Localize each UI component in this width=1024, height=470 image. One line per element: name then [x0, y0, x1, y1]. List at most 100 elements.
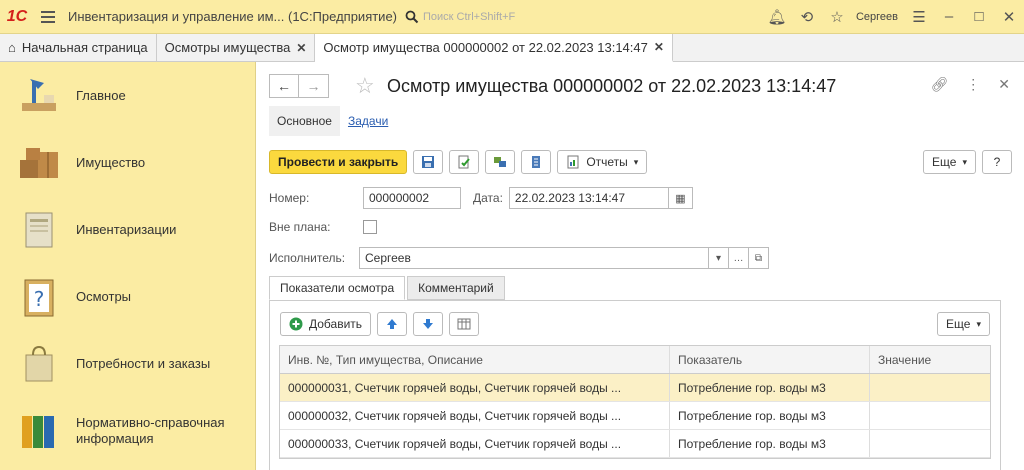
back-button[interactable]: ←: [269, 74, 299, 98]
search-placeholder: Поиск Ctrl+Shift+F: [423, 10, 516, 23]
post-and-close-button[interactable]: Провести и закрыть: [269, 150, 408, 174]
table-cell[interactable]: [870, 374, 990, 401]
sidebar-item-label: Осмотры: [76, 288, 132, 304]
close-tab-icon[interactable]: ✕: [296, 41, 306, 55]
tab-label: Осмотр имущества 000000002 от 22.02.2023…: [323, 39, 648, 55]
sidebar-item-label: Имущество: [76, 154, 146, 170]
executor-field[interactable]: Сергеев: [359, 247, 709, 269]
history-icon[interactable]: ⟲: [792, 8, 822, 26]
add-row-button[interactable]: Добавить: [280, 312, 372, 336]
fill-table-button[interactable]: [449, 312, 480, 336]
table-cell[interactable]: Потребление гор. воды м3: [670, 374, 870, 401]
tab-inspection-document[interactable]: Осмотр имущества 000000002 от 22.02.2023…: [315, 34, 673, 62]
table-fill-icon: [457, 318, 471, 330]
table-cell[interactable]: 000000031, Счетчик горячей воды, Счетчик…: [280, 374, 670, 401]
sidebar: Главное Имущество Инвентаризации ? Осмот…: [0, 62, 256, 470]
post-button[interactable]: [449, 150, 480, 174]
number-field[interactable]: 000000002: [363, 187, 461, 209]
sidebar-item-inventories[interactable]: Инвентаризации: [0, 196, 255, 263]
table-more-label: Еще: [946, 317, 971, 331]
sidebar-item-main[interactable]: Главное: [0, 62, 255, 129]
column-header[interactable]: Показатель: [670, 346, 870, 373]
document-list-button[interactable]: [521, 150, 552, 174]
table-row[interactable]: 000000031, Счетчик горячей воды, Счетчик…: [280, 374, 990, 402]
tab-indicators[interactable]: Показатели осмотра: [269, 276, 406, 300]
reports-button[interactable]: Отчеты ▾: [557, 150, 648, 174]
close-form-icon[interactable]: ✕: [998, 76, 1010, 93]
movements-icon: [494, 157, 507, 167]
close-tab-icon[interactable]: ✕: [654, 40, 664, 54]
move-down-button[interactable]: [413, 312, 444, 336]
svg-text:?: ?: [34, 287, 45, 311]
tab-home[interactable]: ⌂ Начальная страница: [0, 34, 157, 61]
column-header[interactable]: Значение: [870, 346, 990, 373]
table-more-button[interactable]: Еще ▾: [937, 312, 990, 336]
favorites-star-icon[interactable]: ☆: [822, 8, 852, 26]
app-title: Инвентаризация и управление им... (1С:Пр…: [68, 9, 398, 24]
chevron-down-icon: ▾: [633, 156, 639, 167]
sidebar-item-property[interactable]: Имущество: [0, 129, 255, 196]
arrow-down-icon: [423, 319, 434, 329]
move-up-button[interactable]: [377, 312, 408, 336]
table-row[interactable]: 000000033, Счетчик горячей воды, Счетчик…: [280, 430, 990, 458]
search-icon: [405, 10, 419, 23]
more-button[interactable]: Еще ▾: [923, 150, 976, 174]
boxes-icon: [20, 147, 58, 178]
sidebar-item-reference-info[interactable]: Нормативно-справочная информация: [0, 397, 255, 464]
settings-menu-icon[interactable]: ☰: [904, 8, 934, 26]
menu-icon[interactable]: [34, 10, 62, 23]
subtab-tasks[interactable]: Задачи: [340, 106, 396, 136]
table-cell[interactable]: 000000033, Счетчик горячей воды, Счетчик…: [280, 430, 670, 457]
indicators-table: Инв. №, Тип имущества, Описание Показате…: [279, 345, 991, 459]
tab-inspections[interactable]: Осмотры имущества ✕: [157, 34, 316, 61]
number-label: Номер:: [269, 191, 310, 205]
clipboard-question-icon: ?: [24, 279, 54, 316]
link-icon[interactable]: 🔗︎: [930, 76, 948, 93]
save-button[interactable]: [413, 150, 444, 174]
dropdown-arrow-icon[interactable]: ▾: [709, 247, 729, 269]
plus-circle-icon: [289, 317, 303, 331]
page-title: Осмотр имущества 000000002 от 22.02.2023…: [387, 76, 837, 96]
subtab-main[interactable]: Основное: [269, 106, 340, 136]
app-logo: 1С: [6, 7, 28, 25]
help-button[interactable]: ?: [982, 150, 1012, 174]
forward-button[interactable]: →: [299, 74, 329, 98]
minimize-icon[interactable]: –: [934, 8, 964, 25]
table-cell[interactable]: Потребление гор. воды м3: [670, 430, 870, 457]
tab-label: Осмотры имущества: [164, 40, 291, 55]
user-name[interactable]: Сергеев: [856, 11, 898, 23]
table-cell[interactable]: 000000032, Счетчик горячей воды, Счетчик…: [280, 402, 670, 429]
table-row[interactable]: 000000032, Счетчик горячей воды, Счетчик…: [280, 402, 990, 430]
sidebar-item-inspections[interactable]: ? Осмотры: [0, 263, 255, 330]
sidebar-item-needs-orders[interactable]: Потребности и заказы: [0, 330, 255, 397]
favorite-star-icon[interactable]: ☆: [355, 73, 375, 99]
sidebar-item-label: Главное: [76, 87, 126, 103]
close-icon[interactable]: ✕: [994, 8, 1024, 26]
column-header[interactable]: Инв. №, Тип имущества, Описание: [280, 346, 670, 373]
open-icon[interactable]: ⧉: [749, 247, 769, 269]
save-icon: [422, 156, 435, 168]
calendar-icon[interactable]: ▦: [668, 187, 693, 209]
chevron-down-icon: ▾: [962, 156, 967, 167]
unplanned-label: Вне плана:: [269, 220, 331, 234]
tab-label: Начальная страница: [21, 40, 148, 55]
title-bar: 1С Инвентаризация и управление им... (1С…: [0, 0, 1024, 34]
arrow-up-icon: [387, 319, 398, 329]
post-document-icon: [458, 155, 471, 169]
choose-button[interactable]: …: [729, 247, 749, 269]
tab-comment[interactable]: Комментарий: [407, 276, 505, 300]
more-label: Еще: [932, 155, 957, 169]
restore-icon[interactable]: □: [964, 8, 994, 25]
date-field[interactable]: 22.02.2023 13:14:47: [508, 187, 669, 209]
bell-icon[interactable]: 🔔︎: [762, 8, 792, 26]
unplanned-checkbox[interactable]: [363, 220, 377, 234]
table-cell[interactable]: [870, 402, 990, 429]
sidebar-item-label: Нормативно-справочная информация: [76, 414, 225, 446]
more-vertical-icon[interactable]: ⋮: [966, 76, 980, 93]
desk-lamp-icon: [22, 78, 56, 111]
movements-button[interactable]: [485, 150, 516, 174]
table-cell[interactable]: Потребление гор. воды м3: [670, 402, 870, 429]
search-input[interactable]: Поиск Ctrl+Shift+F: [405, 6, 545, 28]
shopping-bag-icon: [25, 345, 53, 381]
table-cell[interactable]: [870, 430, 990, 457]
